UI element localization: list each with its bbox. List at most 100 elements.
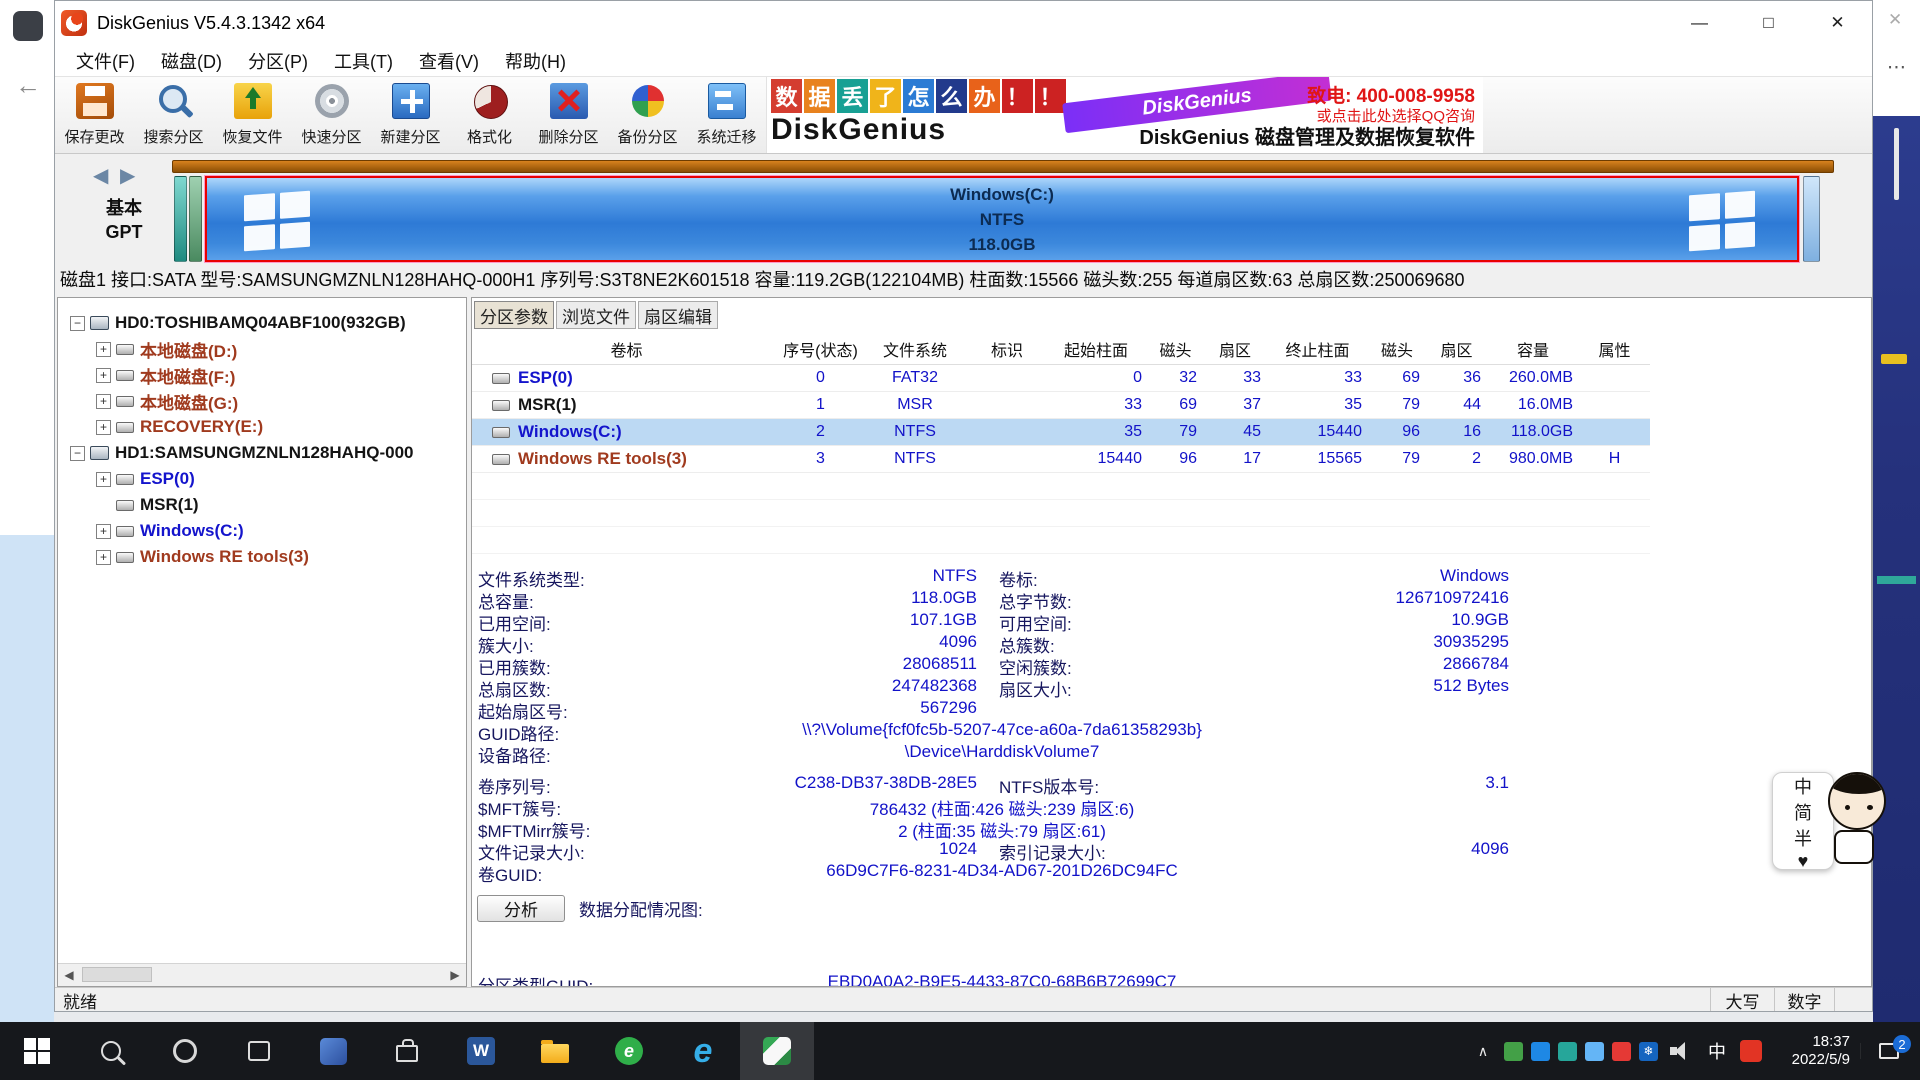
- expand-toggle[interactable]: +: [96, 368, 111, 383]
- partition-block-esp[interactable]: [174, 176, 187, 262]
- tree-item[interactable]: + 本地磁盘(F:): [58, 362, 466, 388]
- table-row[interactable]: MSR(1) 1 MSR 33 69 37 35 79 44 16.0MB: [472, 392, 1650, 419]
- action-center-button[interactable]: 2: [1860, 1043, 1916, 1059]
- tree-horizontal-scrollbar[interactable]: ◀ ▶: [58, 963, 466, 986]
- diskgenius-taskbar-button[interactable]: [740, 1022, 814, 1080]
- expand-toggle[interactable]: +: [96, 342, 111, 357]
- tree-item[interactable]: MSR(1): [58, 492, 466, 518]
- ime-indicator[interactable]: 中: [1700, 1038, 1734, 1064]
- toolbar-button[interactable]: 格式化: [450, 77, 529, 154]
- analyze-button[interactable]: 分析: [477, 895, 565, 922]
- toolbar-button[interactable]: 备份分区: [608, 77, 687, 154]
- tray-expand-icon[interactable]: ∧: [1466, 1043, 1500, 1060]
- ime-mascot-icon[interactable]: [1828, 772, 1886, 830]
- scrollbar-thumb[interactable]: [1894, 128, 1899, 200]
- expand-toggle[interactable]: −: [70, 446, 85, 461]
- ad-banner[interactable]: 数据丢了怎么办！！ DiskGenius DiskGenius 致电: 400-…: [766, 77, 1483, 153]
- menu-item[interactable]: 查看(V): [406, 48, 492, 74]
- expand-toggle[interactable]: +: [96, 420, 111, 435]
- minimize-button[interactable]: —: [1665, 1, 1734, 45]
- tray-messenger-icon[interactable]: [1585, 1042, 1604, 1061]
- ime-floating-widget[interactable]: 中简半♥: [1772, 772, 1886, 870]
- word-button[interactable]: W: [444, 1022, 518, 1080]
- toolbar-button[interactable]: 系统迁移: [687, 77, 766, 154]
- back-arrow-icon[interactable]: ←: [15, 70, 41, 101]
- edge-button[interactable]: e: [666, 1022, 740, 1080]
- toolbar-button[interactable]: 恢复文件: [213, 77, 292, 154]
- table-header-cell[interactable]: 终止柱面: [1267, 337, 1368, 361]
- ime-mode-label[interactable]: 简: [1794, 799, 1812, 825]
- table-header-cell[interactable]: 标识: [970, 337, 1044, 361]
- taskbar-clock[interactable]: 18:37 2022/5/9: [1768, 1033, 1860, 1069]
- table-header-cell[interactable]: 文件系统: [860, 337, 970, 361]
- task-view-button[interactable]: [222, 1022, 296, 1080]
- toolbar-button[interactable]: 快速分区: [292, 77, 371, 154]
- tree-item[interactable]: + 本地磁盘(D:): [58, 336, 466, 362]
- table-row[interactable]: ESP(0) 0 FAT32 0 32 33 33 69 36 260.0MB: [472, 365, 1650, 392]
- menu-item[interactable]: 分区(P): [235, 48, 321, 74]
- background-close-icon[interactable]: ✕: [1888, 10, 1902, 30]
- file-explorer-button[interactable]: [518, 1022, 592, 1080]
- expand-toggle[interactable]: +: [96, 524, 111, 539]
- menu-item[interactable]: 文件(F): [63, 48, 148, 74]
- expand-toggle[interactable]: −: [70, 316, 85, 331]
- cortana-button[interactable]: [148, 1022, 222, 1080]
- scrollbar-thumb[interactable]: [82, 967, 152, 982]
- expand-toggle[interactable]: +: [96, 394, 111, 409]
- tree-item[interactable]: − HD1:SAMSUNGMZNLN128HAHQ-000: [58, 440, 466, 466]
- tree-item[interactable]: + Windows(C:): [58, 518, 466, 544]
- tab[interactable]: 分区参数: [474, 301, 554, 329]
- tree-item[interactable]: + ESP(0): [58, 466, 466, 492]
- table-header-cell[interactable]: 磁头: [1368, 337, 1426, 361]
- menu-item[interactable]: 工具(T): [321, 48, 406, 74]
- table-row[interactable]: Windows(C:) 2 NTFS 35 79 45 15440 96 16: [472, 419, 1650, 446]
- ime-mode-label[interactable]: ♥: [1798, 851, 1809, 872]
- menu-item[interactable]: 帮助(H): [492, 48, 579, 74]
- tree-item[interactable]: − HD0:TOSHIBAMQ04ABF100(932GB): [58, 310, 466, 336]
- expand-toggle[interactable]: +: [96, 550, 111, 565]
- maximize-button[interactable]: □: [1734, 1, 1803, 45]
- close-button[interactable]: ✕: [1803, 1, 1872, 45]
- table-header-cell[interactable]: 属性: [1579, 337, 1650, 361]
- tab[interactable]: 扇区编辑: [638, 301, 718, 329]
- disk-prev-icon[interactable]: ◀: [93, 165, 108, 187]
- ime-mode-label[interactable]: 中: [1794, 773, 1812, 799]
- table-header-cell[interactable]: 扇区: [1203, 337, 1267, 361]
- table-header-cell[interactable]: 扇区: [1426, 337, 1487, 361]
- input-method-icon[interactable]: [1740, 1040, 1762, 1062]
- toolbar-button[interactable]: 新建分区: [371, 77, 450, 154]
- partition-block-msr[interactable]: [189, 176, 202, 262]
- table-header-cell[interactable]: 容量: [1487, 337, 1579, 361]
- tray-antivirus-icon[interactable]: [1504, 1042, 1523, 1061]
- tray-browser-icon[interactable]: [1531, 1042, 1550, 1061]
- scroll-left-icon[interactable]: ◀: [58, 968, 80, 982]
- tray-teal-icon[interactable]: [1558, 1042, 1577, 1061]
- ime-mode-label[interactable]: 半: [1794, 825, 1812, 851]
- browser-green-button[interactable]: e: [592, 1022, 666, 1080]
- menu-item[interactable]: 磁盘(D): [148, 48, 235, 74]
- table-row[interactable]: Windows RE tools(3) 3 NTFS 15440 96 17 1…: [472, 446, 1650, 473]
- tree-item[interactable]: + RECOVERY(E:): [58, 414, 466, 440]
- search-button[interactable]: [74, 1022, 148, 1080]
- tree-item[interactable]: + Windows RE tools(3): [58, 544, 466, 570]
- toolbar-button[interactable]: 保存更改: [55, 77, 134, 154]
- disk-next-icon[interactable]: ▶: [120, 165, 135, 187]
- tab[interactable]: 浏览文件: [556, 301, 636, 329]
- start-button[interactable]: [0, 1022, 74, 1080]
- more-menu-icon[interactable]: ⋯: [1887, 56, 1906, 79]
- expand-toggle[interactable]: +: [96, 472, 111, 487]
- table-header-cell[interactable]: 起始柱面: [1044, 337, 1148, 361]
- volume-icon[interactable]: [1670, 1042, 1692, 1060]
- partition-block-re-tools[interactable]: [1803, 176, 1820, 262]
- scroll-right-icon[interactable]: ▶: [444, 968, 466, 982]
- toolbar-button[interactable]: 删除分区: [529, 77, 608, 154]
- table-header-cell[interactable]: 序号(状态): [781, 337, 860, 361]
- table-header-cell[interactable]: 卷标: [472, 337, 781, 361]
- pinned-app-icon[interactable]: [296, 1022, 370, 1080]
- tree-item[interactable]: + 本地磁盘(G:): [58, 388, 466, 414]
- table-header-cell[interactable]: 磁头: [1148, 337, 1203, 361]
- partition-block-windows-c[interactable]: Windows(C:) NTFS 118.0GB: [205, 176, 1799, 262]
- toolbar-button[interactable]: 搜索分区: [134, 77, 213, 154]
- tray-snowflake-icon[interactable]: ❄: [1639, 1042, 1658, 1061]
- tray-red-icon[interactable]: [1612, 1042, 1631, 1061]
